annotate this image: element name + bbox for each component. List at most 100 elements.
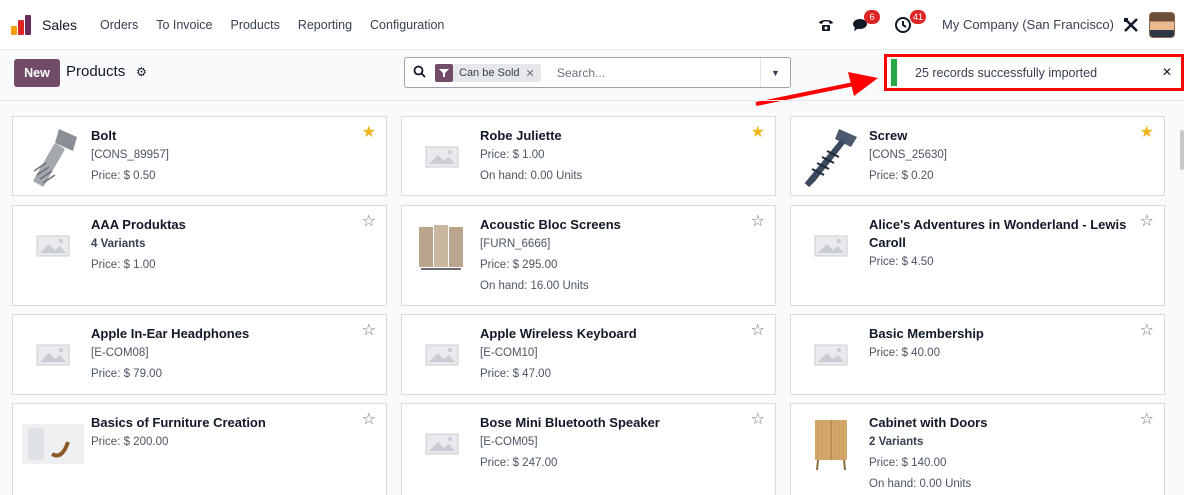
- product-detail: [FURN_6666]: [480, 238, 551, 250]
- product-card[interactable]: Cabinet with Doors 2 Variants Price: $ 140…: [790, 403, 1165, 495]
- phone-icon[interactable]: [815, 14, 837, 36]
- favorite-star-icon[interactable]: ☆: [1140, 323, 1154, 339]
- facet-label: Can be Sold: [459, 67, 520, 79]
- search-bar[interactable]: Can be Sold ✕ ▼: [404, 57, 791, 88]
- product-info: Screw [CONS_25630] Price: $ 0.20: [869, 127, 1130, 187]
- search-input[interactable]: [557, 64, 747, 82]
- product-detail: Price: $ 0.20: [869, 170, 934, 182]
- divider: [0, 100, 1184, 101]
- menu-products[interactable]: Products: [230, 18, 279, 32]
- favorite-star-icon[interactable]: ☆: [362, 412, 376, 428]
- messages-icon[interactable]: 6: [850, 10, 880, 36]
- menu-reporting[interactable]: Reporting: [298, 18, 352, 32]
- product-info: Bose Mini Bluetooth Speaker [E-COM05] Pric…: [480, 414, 741, 474]
- product-card[interactable]: Robe Juliette Price: $ 1.00 On hand: 0.00 …: [401, 116, 776, 196]
- favorite-star-icon[interactable]: ☆: [751, 214, 765, 230]
- favorite-star-icon[interactable]: ☆: [751, 323, 765, 339]
- product-detail: [E-COM10]: [480, 347, 538, 359]
- annotation-arrow: [755, 72, 878, 106]
- favorite-star-icon[interactable]: ☆: [362, 323, 376, 339]
- product-info: Bolt [CONS_89957] Price: $ 0.50: [91, 127, 352, 187]
- product-detail: [CONS_25630]: [869, 149, 947, 161]
- product-detail: On hand: 16.00 Units: [480, 280, 589, 292]
- product-info: Cabinet with Doors 2 Variants Price: $ 140…: [869, 414, 1130, 495]
- menu-orders[interactable]: Orders: [100, 18, 138, 32]
- product-card[interactable]: Acoustic Bloc Screens [FURN_6666] Price: $…: [401, 205, 776, 306]
- product-info: Robe Juliette Price: $ 1.00 On hand: 0.00 …: [480, 127, 741, 187]
- menu-configuration[interactable]: Configuration: [370, 18, 444, 32]
- product-name: Screw: [869, 128, 908, 143]
- product-image: [21, 323, 85, 387]
- product-detail: 2 Variants: [869, 436, 924, 448]
- menu-to-invoice[interactable]: To Invoice: [156, 18, 212, 32]
- product-info: Alice's Adventures in Wonderland - Lewis…: [869, 216, 1130, 273]
- user-avatar[interactable]: [1149, 12, 1175, 38]
- product-image: [799, 412, 863, 476]
- favorite-star-icon[interactable]: ★: [751, 125, 765, 141]
- new-button[interactable]: New: [14, 59, 60, 87]
- scrollbar[interactable]: [1180, 130, 1184, 170]
- filter-icon: [435, 64, 453, 82]
- product-card[interactable]: Apple In-Ear Headphones [E-COM08] Price: $…: [12, 314, 387, 395]
- product-name: Basic Membership: [869, 326, 984, 341]
- remove-facet-icon[interactable]: ✕: [526, 67, 535, 80]
- product-detail: Price: $ 1.00: [91, 259, 156, 271]
- favorite-star-icon[interactable]: ☆: [751, 412, 765, 428]
- import-notification: 25 records successfully imported ✕: [884, 54, 1184, 91]
- product-card[interactable]: Basic Membership Price: $ 40.00 ☆: [790, 314, 1165, 395]
- product-image: [21, 125, 85, 189]
- favorite-star-icon[interactable]: ☆: [1140, 412, 1154, 428]
- product-detail: Price: $ 1.00: [480, 149, 545, 161]
- product-detail: Price: $ 79.00: [91, 368, 162, 380]
- product-name: Cabinet with Doors: [869, 415, 988, 430]
- product-detail: Price: $ 40.00: [869, 347, 940, 359]
- product-detail: Price: $ 295.00: [480, 259, 558, 271]
- debug-tools-icon[interactable]: [1120, 14, 1142, 36]
- product-info: Basics of Furniture Creation Price: $ 200…: [91, 414, 352, 453]
- product-detail: Price: $ 140.00: [869, 457, 947, 469]
- filter-facet[interactable]: Can be Sold ✕: [435, 64, 541, 82]
- success-indicator: [891, 59, 897, 86]
- main-menu: Orders To Invoice Products Reporting Con…: [100, 18, 444, 32]
- product-detail: Price: $ 0.50: [91, 170, 156, 182]
- product-detail: On hand: 0.00 Units: [480, 170, 583, 182]
- page-title: Products: [66, 63, 126, 80]
- product-card[interactable]: Alice's Adventures in Wonderland - Lewis…: [790, 205, 1165, 306]
- product-detail: On hand: 0.00 Units: [869, 478, 972, 490]
- product-detail: [E-COM05]: [480, 436, 538, 448]
- product-name: Apple Wireless Keyboard: [480, 326, 637, 341]
- product-card[interactable]: Basics of Furniture Creation Price: $ 200…: [12, 403, 387, 495]
- product-card[interactable]: Bolt [CONS_89957] Price: $ 0.50 ★: [12, 116, 387, 196]
- notification-message: 25 records successfully imported: [915, 66, 1098, 80]
- product-detail: 4 Variants: [91, 238, 146, 250]
- favorite-star-icon[interactable]: ☆: [362, 214, 376, 230]
- product-name: Acoustic Bloc Screens: [480, 217, 621, 232]
- close-icon[interactable]: ✕: [1162, 65, 1172, 79]
- app-name[interactable]: Sales: [42, 17, 77, 33]
- favorite-star-icon[interactable]: ★: [362, 125, 376, 141]
- favorite-star-icon[interactable]: ☆: [1140, 214, 1154, 230]
- activities-badge: 41: [909, 10, 926, 24]
- messages-badge: 6: [864, 10, 880, 24]
- product-image: [799, 214, 863, 278]
- favorite-star-icon[interactable]: ★: [1140, 125, 1154, 141]
- product-card[interactable]: Screw [CONS_25630] Price: $ 0.20 ★: [790, 116, 1165, 196]
- activities-icon[interactable]: 41: [892, 10, 926, 36]
- product-name: Apple In-Ear Headphones: [91, 326, 250, 341]
- product-info: Apple In-Ear Headphones [E-COM08] Price: $…: [91, 325, 352, 385]
- product-detail: Price: $ 200.00: [91, 436, 169, 448]
- product-image: [799, 125, 863, 189]
- company-switcher[interactable]: My Company (San Francisco): [942, 17, 1114, 32]
- product-image: [410, 125, 474, 189]
- product-detail: Price: $ 47.00: [480, 368, 551, 380]
- product-card[interactable]: Bose Mini Bluetooth Speaker [E-COM05] Pric…: [401, 403, 776, 495]
- product-card[interactable]: AAA Produktas 4 Variants Price: $ 1.00 ☆: [12, 205, 387, 306]
- product-name: Basics of Furniture Creation: [91, 415, 266, 430]
- product-detail: [CONS_89957]: [91, 149, 169, 161]
- gear-icon[interactable]: ⚙: [136, 65, 147, 79]
- product-info: Acoustic Bloc Screens [FURN_6666] Price: $…: [480, 216, 741, 297]
- product-info: AAA Produktas 4 Variants Price: $ 1.00: [91, 216, 352, 276]
- sales-app-icon[interactable]: [11, 15, 33, 35]
- top-navbar: Sales Orders To Invoice Products Reporti…: [0, 0, 1184, 50]
- product-card[interactable]: Apple Wireless Keyboard [E-COM10] Price: $…: [401, 314, 776, 395]
